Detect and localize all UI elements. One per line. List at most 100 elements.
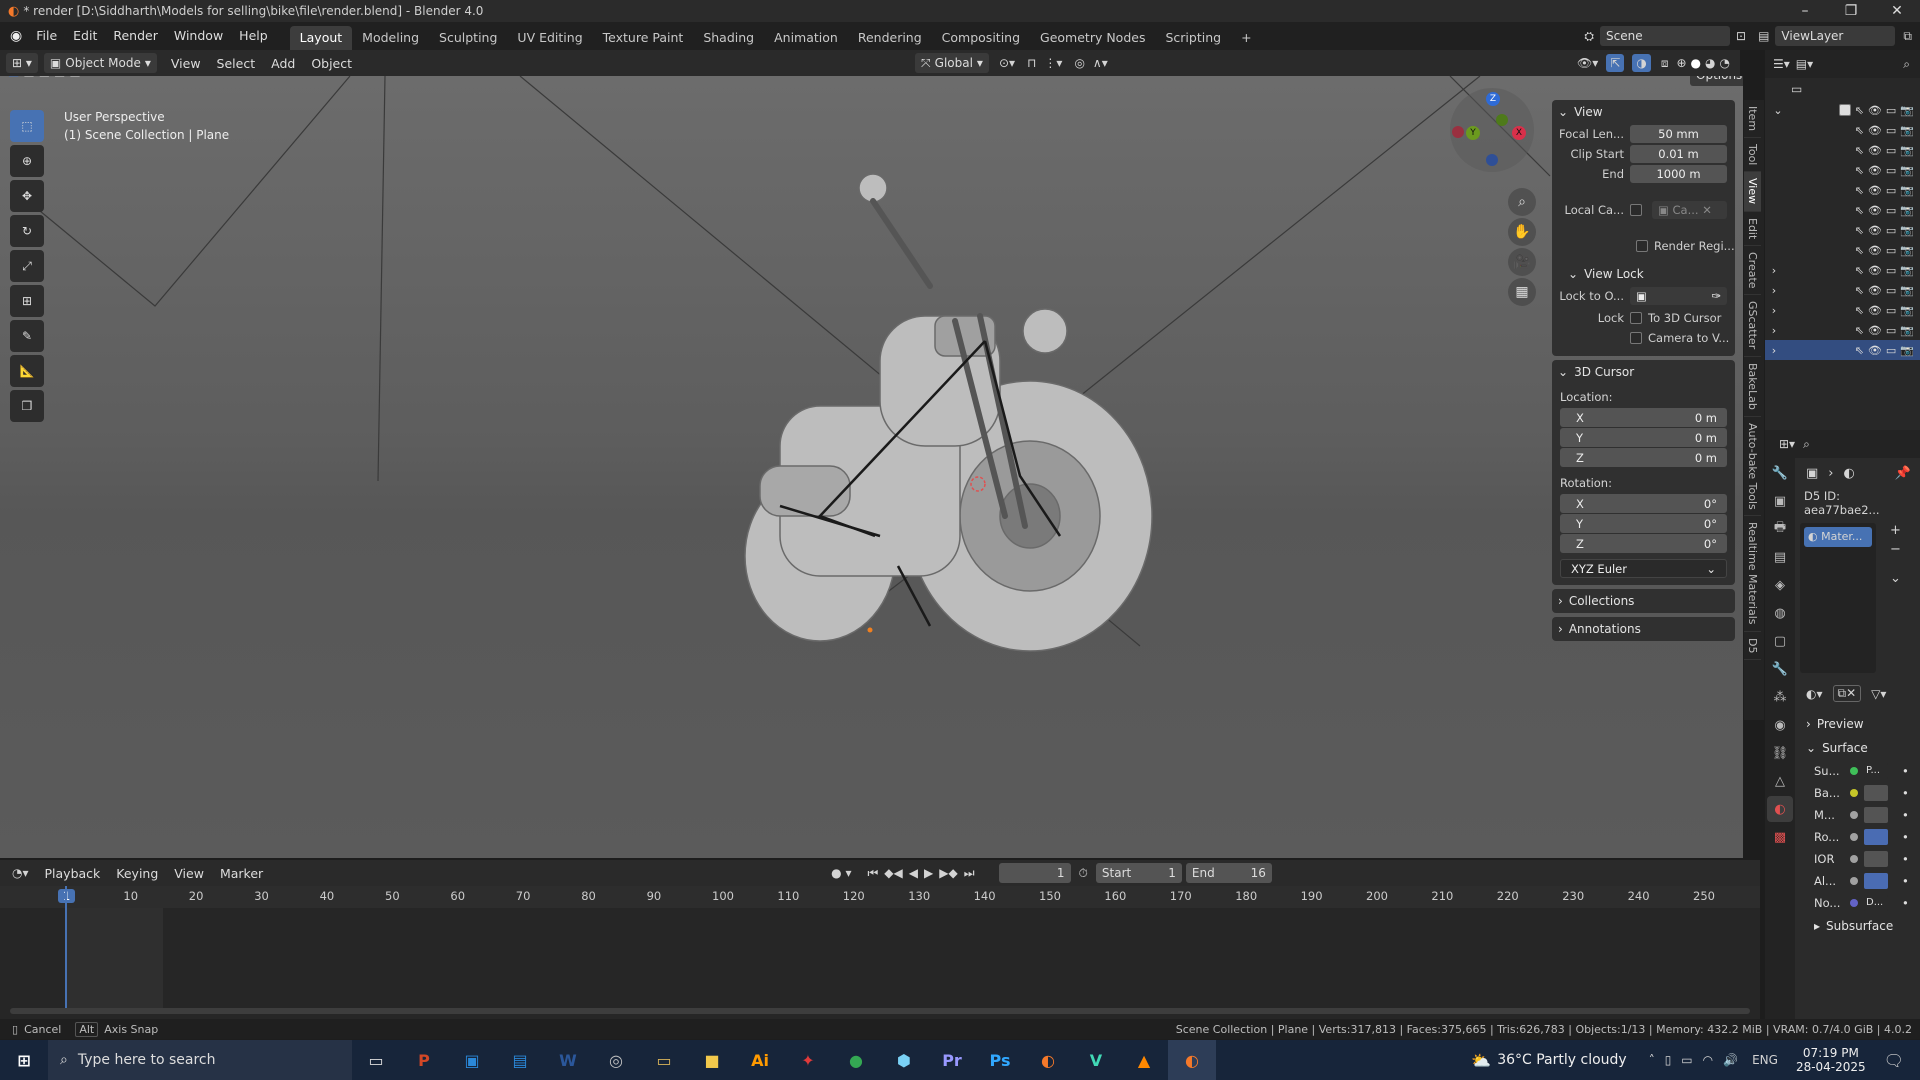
view-section-header[interactable]: ⌄ View	[1552, 100, 1735, 124]
sidebar-tab-tool[interactable]: Tool	[1744, 138, 1761, 173]
eye-icon[interactable]: 👁	[1868, 244, 1882, 257]
annotate-tool[interactable]: ✎	[10, 320, 44, 352]
taskbar-app-icon[interactable]: ●	[832, 1040, 880, 1080]
minimize-button[interactable]: –	[1782, 0, 1828, 22]
workspace-tab-layout[interactable]: Layout	[289, 26, 353, 50]
properties-editor-icon[interactable]: ⊞▾	[1779, 437, 1795, 451]
play-reverse-icon[interactable]: ◀	[909, 866, 918, 880]
task-view-icon[interactable]: ▭	[352, 1040, 400, 1080]
workspace-tab-rendering[interactable]: Rendering	[848, 26, 932, 50]
viewport-toggle-icon[interactable]: ▭	[1886, 324, 1896, 337]
material-input-row[interactable]: Ro... •	[1800, 826, 1918, 848]
timeline-menu-playback[interactable]: Playback	[37, 866, 109, 881]
viewport-toggle-icon[interactable]: ▭	[1886, 124, 1896, 137]
search-icon[interactable]: ⌕	[1903, 57, 1910, 72]
eye-icon[interactable]: 👁	[1868, 164, 1882, 177]
input-socket-icon[interactable]	[1850, 767, 1858, 775]
options-dropdown[interactable]: Options ▾	[1690, 76, 1743, 86]
outliner-row[interactable]: ⇖ 👁 ▭ 📷	[1765, 140, 1920, 160]
current-frame-field[interactable]: 1	[998, 863, 1071, 883]
render-toggle-icon[interactable]: 📷	[1900, 224, 1914, 237]
overlay-toggle-icon[interactable]: ◑	[1632, 54, 1651, 72]
material-shading-icon[interactable]: ◕	[1705, 56, 1715, 70]
render-toggle-icon[interactable]: 📷	[1900, 284, 1914, 297]
constraints-tab-icon[interactable]: ⛓	[1767, 740, 1793, 766]
scene-tab-icon[interactable]: ◈	[1767, 572, 1793, 598]
viewport-toggle-icon[interactable]: ▭	[1886, 304, 1896, 317]
timeline-scrollbar[interactable]	[10, 1008, 1750, 1014]
workspace-tab-uv-editing[interactable]: UV Editing	[507, 26, 592, 50]
outliner-editor-icon[interactable]: ☰▾	[1773, 57, 1790, 71]
cursor-rotation-z-field[interactable]: Z 0°	[1560, 534, 1727, 553]
gizmo-neg-x[interactable]	[1452, 126, 1464, 138]
material-slot[interactable]: ◐ Mater...	[1804, 527, 1872, 547]
proportional-edit-icon[interactable]: ◎	[1074, 56, 1084, 70]
cursor-rotation-y-field[interactable]: Y 0°	[1560, 514, 1727, 533]
material-browse-icon[interactable]: ◐▾	[1806, 687, 1823, 701]
language-indicator[interactable]: ENG	[1752, 1053, 1778, 1067]
render-toggle-icon[interactable]: 📷	[1900, 244, 1914, 257]
keyframe-dot-icon[interactable]: •	[1902, 874, 1909, 888]
input-socket-icon[interactable]	[1850, 855, 1858, 863]
timeline-area[interactable]	[0, 886, 1760, 1028]
add-workspace-button[interactable]: +	[1231, 26, 1261, 50]
local-camera-checkbox[interactable]	[1630, 204, 1642, 216]
material-input-row[interactable]: Su... P... •	[1800, 760, 1918, 782]
keyframe-dot-icon[interactable]: •	[1902, 786, 1909, 800]
tray-chevron-icon[interactable]: ˄	[1649, 1053, 1655, 1067]
select-toggle-icon[interactable]: ⇖	[1855, 204, 1864, 217]
eye-icon[interactable]: 👁	[1868, 344, 1882, 357]
eye-icon[interactable]: 👁	[1868, 304, 1882, 317]
input-value-field[interactable]	[1864, 829, 1888, 845]
move-tool[interactable]: ✥	[10, 180, 44, 212]
select-subtract-icon[interactable]: ◨	[39, 76, 50, 78]
eye-icon[interactable]: 👁	[1868, 104, 1882, 117]
collections-section-header[interactable]: › Collections	[1552, 589, 1735, 613]
sidebar-tab-d5[interactable]: D5	[1744, 632, 1761, 661]
wifi-icon[interactable]: ◠	[1703, 1053, 1713, 1067]
outliner-row[interactable]: ⇖ 👁 ▭ 📷	[1765, 180, 1920, 200]
timeline-menu-keying[interactable]: Keying	[108, 866, 166, 881]
taskbar-app-icon[interactable]: Pr	[928, 1040, 976, 1080]
scale-tool[interactable]: ⤢	[10, 250, 44, 282]
menu-file[interactable]: File	[28, 25, 65, 47]
preview-range-icon[interactable]: ⏱	[1079, 866, 1088, 881]
taskbar-app-icon[interactable]: ⬢	[880, 1040, 928, 1080]
taskbar-app-icon[interactable]: ◐	[1168, 1040, 1216, 1080]
remove-slot-icon[interactable]: −	[1890, 542, 1901, 557]
falloff-icon[interactable]: ∧▾	[1093, 56, 1108, 70]
render-toggle-icon[interactable]: 📷	[1900, 164, 1914, 177]
cursor-section-header[interactable]: ⌄ 3D Cursor	[1552, 360, 1735, 384]
maximize-button[interactable]: ❐	[1828, 0, 1874, 22]
display-icon[interactable]: ▭	[1681, 1053, 1692, 1067]
menu-edit[interactable]: Edit	[65, 25, 105, 47]
workspace-tab-geometry-nodes[interactable]: Geometry Nodes	[1030, 26, 1155, 50]
material-tab-icon[interactable]: ◐	[1767, 796, 1793, 822]
menu-window[interactable]: Window	[166, 25, 231, 47]
cursor-location-z-field[interactable]: Z 0 m	[1560, 448, 1727, 467]
viewport-toggle-icon[interactable]: ▭	[1886, 104, 1896, 117]
taskbar-app-icon[interactable]: Ai	[736, 1040, 784, 1080]
input-value-field[interactable]	[1864, 873, 1888, 889]
keyframe-dot-icon[interactable]: •	[1902, 830, 1909, 844]
eye-icon[interactable]: 👁	[1868, 284, 1882, 297]
outliner-row[interactable]: ⇖ 👁 ▭ 📷	[1765, 160, 1920, 180]
clip-start-field[interactable]: 0.01 m	[1630, 145, 1727, 163]
viewport-menu-add[interactable]: Add	[263, 56, 303, 71]
select-toggle-icon[interactable]: ⇖	[1855, 264, 1864, 277]
sidebar-tab-gscatter[interactable]: GScatter	[1744, 295, 1761, 357]
outliner-row[interactable]: › ⇖ 👁 ▭ 📷	[1765, 300, 1920, 320]
timeline-ruler[interactable]: 1102030405060708090100110120130140150160…	[0, 886, 1760, 908]
workspace-tab-scripting[interactable]: Scripting	[1155, 26, 1231, 50]
taskbar-app-icon[interactable]: ▣	[448, 1040, 496, 1080]
input-socket-icon[interactable]	[1850, 899, 1858, 907]
render-region-checkbox[interactable]	[1636, 240, 1648, 252]
material-input-row[interactable]: M... •	[1800, 804, 1918, 826]
select-toggle-icon[interactable]: ⇖	[1855, 324, 1864, 337]
eye-icon[interactable]: 👁	[1868, 144, 1882, 157]
workspace-tab-shading[interactable]: Shading	[693, 26, 764, 50]
render-toggle-icon[interactable]: 📷	[1900, 104, 1914, 117]
select-extend-icon[interactable]: ◧	[23, 76, 34, 78]
subsurface-section-header[interactable]: ▸ Subsurface	[1800, 914, 1918, 938]
input-value-field[interactable]: D...	[1864, 895, 1888, 911]
